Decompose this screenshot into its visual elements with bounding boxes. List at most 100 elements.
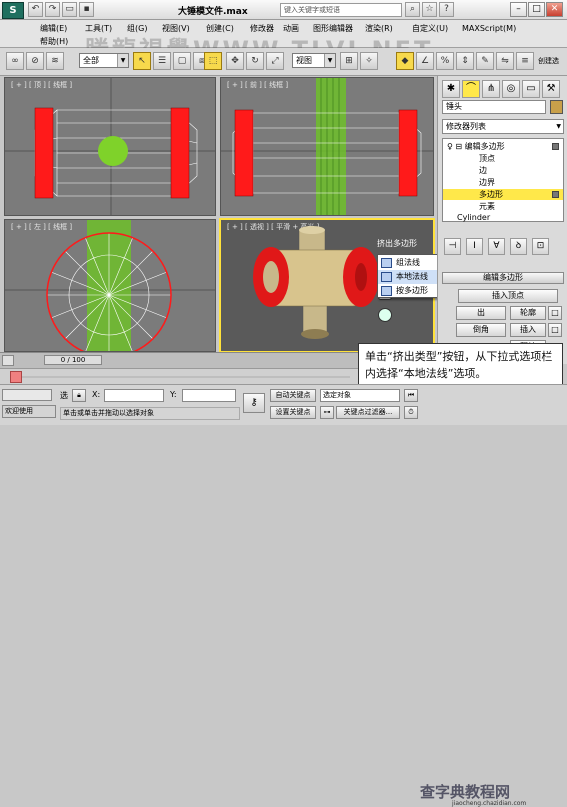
create-selection-label[interactable]: 创建选 (538, 56, 559, 66)
key-icon[interactable]: ⊶ (320, 406, 334, 419)
ref-coord-dropdown[interactable]: 视图 ▼ (292, 53, 336, 68)
stack-item-cylinder[interactable]: Cylinder (443, 212, 563, 223)
track-bar[interactable] (0, 368, 358, 384)
key-filters-button[interactable]: 关键点过滤器... (336, 406, 400, 419)
viewport-front[interactable]: [ + ] [ 前 ] [ 线框 ] (220, 77, 434, 216)
object-name-field[interactable]: 锤头 (442, 100, 546, 114)
x-coordinate-field[interactable] (104, 389, 164, 402)
mini-curve-icon[interactable] (2, 355, 14, 366)
open-icon[interactable]: ▭ (62, 2, 77, 17)
chevron-down-icon: ▼ (117, 54, 128, 67)
stack-item-vertex[interactable]: 顶点 (443, 153, 563, 164)
selected-object-dropdown[interactable]: 选定对象 (320, 389, 400, 402)
rotate-icon[interactable]: ↻ (246, 52, 264, 70)
select-by-name-icon[interactable]: ☰ (153, 52, 171, 70)
select-object-icon[interactable]: ↖ (133, 52, 151, 70)
snap-toggle-icon[interactable]: ◆ (396, 52, 414, 70)
utilities-tab-icon[interactable]: ⚒ (542, 80, 560, 98)
stack-item-element[interactable]: 元素 (443, 201, 563, 212)
pin-stack-icon[interactable]: ⊣ (444, 238, 461, 255)
select-move-active-icon[interactable]: ⬚ (204, 52, 222, 70)
angle-snap-icon[interactable]: ∠ (416, 52, 434, 70)
auto-key-button[interactable]: 自动关键点 (270, 389, 316, 402)
undo-icon[interactable]: ↶ (28, 2, 43, 17)
pivot-icon[interactable]: ⊞ (340, 52, 358, 70)
search-input[interactable]: 键入关键字或短语 (280, 3, 402, 17)
group-normal-icon (381, 258, 392, 268)
lock-selection-icon[interactable]: 🔒︎ (72, 389, 86, 402)
make-unique-icon[interactable]: ∀ (488, 238, 505, 255)
link-icon[interactable]: ∞ (6, 52, 24, 70)
show-end-result-icon[interactable]: I (466, 238, 483, 255)
selection-filter-dropdown[interactable]: 全部 ▼ (79, 53, 129, 68)
display-tab-icon[interactable]: ▭ (522, 80, 540, 98)
stack-label: 编辑多边形 (464, 142, 505, 151)
by-polygon-icon (381, 286, 392, 296)
outline-settings-button[interactable]: □ (548, 306, 562, 320)
stack-item-border[interactable]: 边界 (443, 177, 563, 188)
bind-spacewarp-icon[interactable]: ≋ (46, 52, 64, 70)
object-color-swatch[interactable] (550, 100, 563, 114)
maxscript-listener[interactable] (2, 389, 52, 401)
inset-settings-button[interactable]: □ (548, 323, 562, 337)
stack-toggle-icon (552, 191, 559, 198)
hierarchy-tab-icon[interactable]: ⋔ (482, 80, 500, 98)
spinner-snap-icon[interactable]: ⇕ (456, 52, 474, 70)
key-mode-icon[interactable]: ⚷ (243, 393, 265, 413)
modifier-list-dropdown[interactable]: 修改器列表 ▼ (442, 119, 564, 134)
top-view-model (5, 78, 215, 215)
edit-named-selection-icon[interactable]: ✎ (476, 52, 494, 70)
modifier-list-label: 修改器列表 (446, 122, 486, 131)
redo-icon[interactable]: ↷ (45, 2, 60, 17)
maximize-button[interactable]: □ (528, 2, 545, 17)
help-icon[interactable]: ? (439, 2, 454, 17)
menu-maxscript[interactable]: MAXScript(M) (462, 22, 516, 35)
brand-url: jiaocheng.chazidian.com (452, 800, 527, 807)
inset-button[interactable]: 插入 (510, 323, 546, 337)
percent-snap-icon[interactable]: % (436, 52, 454, 70)
insert-vertex-button[interactable]: 插入顶点 (458, 289, 558, 303)
mirror-icon[interactable]: ⇋ (496, 52, 514, 70)
viewport-top[interactable]: [ + ] [ 顶 ] [ 线框 ] (4, 77, 216, 216)
stack-tools: ⊣ I ∀ ꝺ ⊡ (442, 238, 564, 256)
scale-icon[interactable]: ⤢ (266, 52, 284, 70)
modify-tab-icon[interactable]: ⌒ (462, 80, 480, 98)
stack-item-polygon[interactable]: 多边形 (443, 189, 563, 200)
select-move-icon[interactable]: ✥ (226, 52, 244, 70)
chevron-down-icon: ▼ (556, 123, 561, 130)
stack-item-edit-poly[interactable]: ♀ ⊟ 编辑多边形 (443, 141, 563, 152)
remove-modifier-icon[interactable]: ꝺ (510, 238, 527, 255)
selection-filter-value: 全部 (83, 56, 99, 65)
checkmark-icon[interactable] (378, 308, 392, 322)
key-marker[interactable] (10, 371, 22, 383)
search-icon[interactable]: ⌕ (405, 2, 420, 17)
close-button[interactable]: ✕ (546, 2, 563, 17)
set-key-button[interactable]: 设置关键点 (270, 406, 316, 419)
extrude-button[interactable]: 出 (456, 306, 506, 320)
edit-poly-rollout-header[interactable]: 编辑多边形 (442, 272, 564, 284)
title-bar: S ↶ ↷ ▭ ▪ 大锤模文件.max 键入关键字或短语 ⌕ ☆ ? – □ ✕ (0, 0, 567, 20)
left-view-model (5, 220, 215, 351)
viewport-left[interactable]: [ + ] [ 左 ] [ 线框 ] (4, 219, 216, 352)
rect-selection-icon[interactable]: ▢ (173, 52, 191, 70)
align-icon[interactable]: ≡ (516, 52, 534, 70)
star-icon[interactable]: ☆ (422, 2, 437, 17)
menu-help[interactable]: 帮助(H) (40, 35, 68, 48)
menu-edit[interactable]: 编辑(E) (40, 22, 67, 35)
x-label: X: (92, 390, 101, 399)
configure-sets-icon[interactable]: ⊡ (532, 238, 549, 255)
unlink-icon[interactable]: ⊘ (26, 52, 44, 70)
go-start-icon[interactable]: ⏮ (404, 389, 418, 402)
app-logo[interactable]: S (2, 2, 24, 19)
y-coordinate-field[interactable] (182, 389, 236, 402)
stack-item-edge[interactable]: 边 (443, 165, 563, 176)
motion-tab-icon[interactable]: ◎ (502, 80, 520, 98)
minimize-button[interactable]: – (510, 2, 527, 17)
time-config-icon[interactable]: ⏱ (404, 406, 418, 419)
create-tab-icon[interactable]: ✱ (442, 80, 460, 98)
bevel-button[interactable]: 倒角 (456, 323, 506, 337)
outline-button[interactable]: 轮廓 (510, 306, 546, 320)
frame-counter[interactable]: 0 / 100 (44, 355, 102, 365)
select-manipulate-icon[interactable]: ✧ (360, 52, 378, 70)
save-icon[interactable]: ▪ (79, 2, 94, 17)
